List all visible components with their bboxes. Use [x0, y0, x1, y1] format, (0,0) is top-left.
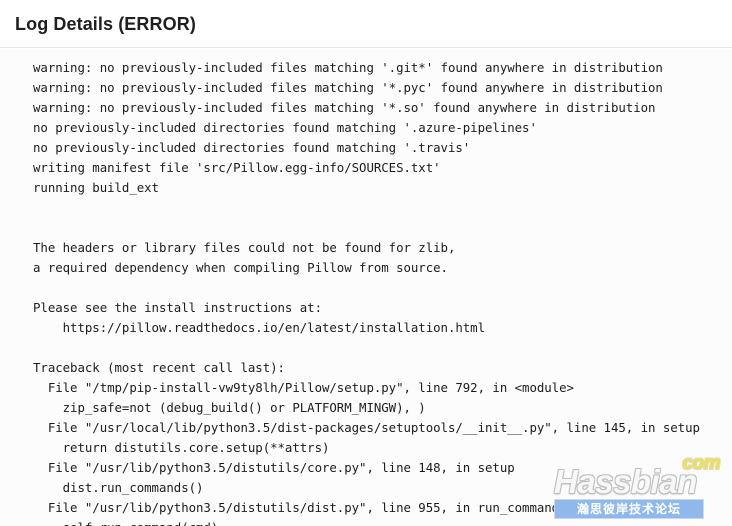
log-details-dialog: Log Details (ERROR) warning: no previous…: [0, 0, 732, 526]
log-output-text: warning: no previously-included files ma…: [33, 60, 700, 526]
log-output-panel[interactable]: warning: no previously-included files ma…: [0, 49, 732, 526]
page-title: Log Details (ERROR): [15, 13, 196, 34]
dialog-header: Log Details (ERROR): [0, 0, 732, 48]
